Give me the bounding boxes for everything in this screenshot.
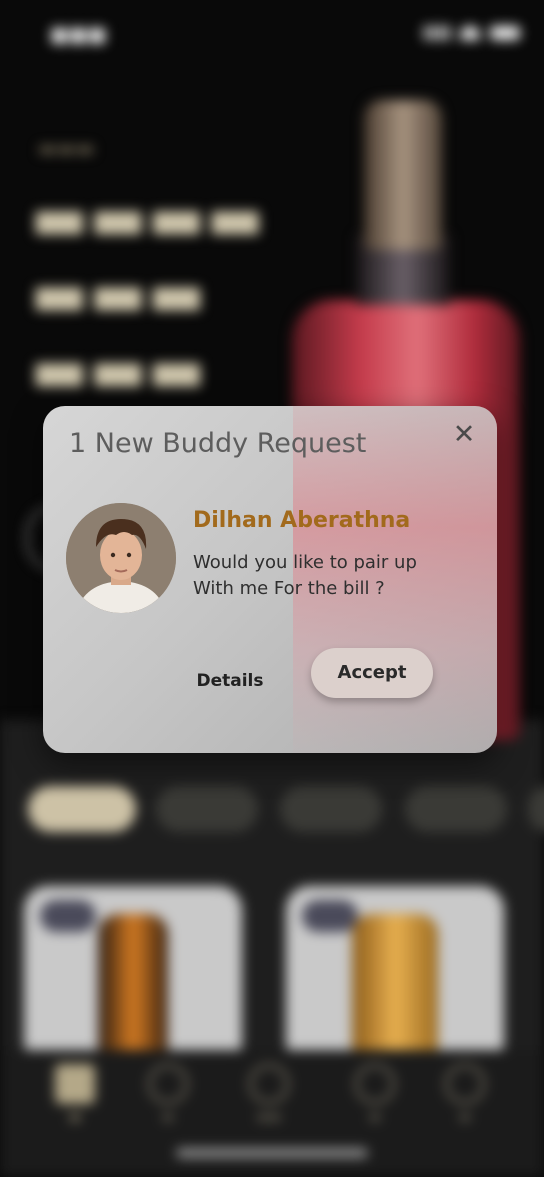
product-image — [352, 914, 438, 1064]
hero-title: ▬▬▬▬ ▬▬▬ ▬▬▬ — [30, 181, 265, 406]
home-indicator — [176, 1148, 368, 1158]
avatar-photo — [66, 503, 176, 613]
category-chip[interactable] — [280, 786, 382, 832]
category-chip[interactable] — [405, 786, 507, 832]
buddy-request-modal: 1 New Buddy Request ✕ Dilhan Aberathna W… — [43, 406, 497, 753]
battery-icon — [490, 26, 520, 40]
hero-bottle-neck — [364, 100, 442, 250]
request-message: Would you like to pair up With me For th… — [193, 552, 417, 599]
status-time: ■■■ — [50, 22, 107, 46]
nav-item-favourites[interactable]: ▬▬ — [234, 1064, 304, 1125]
status-icons — [424, 26, 520, 40]
accept-button[interactable]: Accept — [311, 648, 433, 698]
modal-title: 1 New Buddy Request — [69, 428, 367, 459]
nav-item-chat[interactable]: ▬ — [340, 1064, 410, 1125]
signal-icon — [424, 26, 450, 40]
product-image — [98, 914, 168, 1064]
nav-item-home[interactable]: ▬ — [40, 1064, 110, 1125]
product-card[interactable] — [286, 886, 504, 1066]
wifi-icon — [460, 26, 480, 40]
nav-item-cart[interactable]: ▬ — [133, 1064, 203, 1125]
profile-icon — [445, 1064, 485, 1104]
app-screen: ■■■ ▬▬▬ ▬▬▬▬ ▬▬▬ ▬▬▬ ▬ ▬ ▬▬ ▬ ▬ 1 New Bu… — [0, 0, 544, 1177]
favourites-icon — [249, 1064, 289, 1104]
category-chip[interactable] — [28, 786, 136, 832]
requester-name: Dilhan Aberathna — [193, 508, 411, 533]
product-card[interactable] — [24, 886, 242, 1066]
product-badge — [302, 900, 358, 932]
cart-icon — [148, 1064, 188, 1104]
category-chip[interactable] — [156, 786, 258, 832]
chat-icon — [355, 1064, 395, 1104]
product-badge — [40, 900, 96, 932]
hero-tag: ▬▬▬ — [38, 136, 95, 160]
avatar — [66, 503, 176, 613]
close-icon: ✕ — [452, 419, 476, 450]
details-button[interactable]: Details — [180, 658, 280, 704]
nav-item-profile[interactable]: ▬ — [430, 1064, 500, 1125]
close-button[interactable]: ✕ — [449, 420, 479, 450]
home-icon — [55, 1064, 95, 1104]
